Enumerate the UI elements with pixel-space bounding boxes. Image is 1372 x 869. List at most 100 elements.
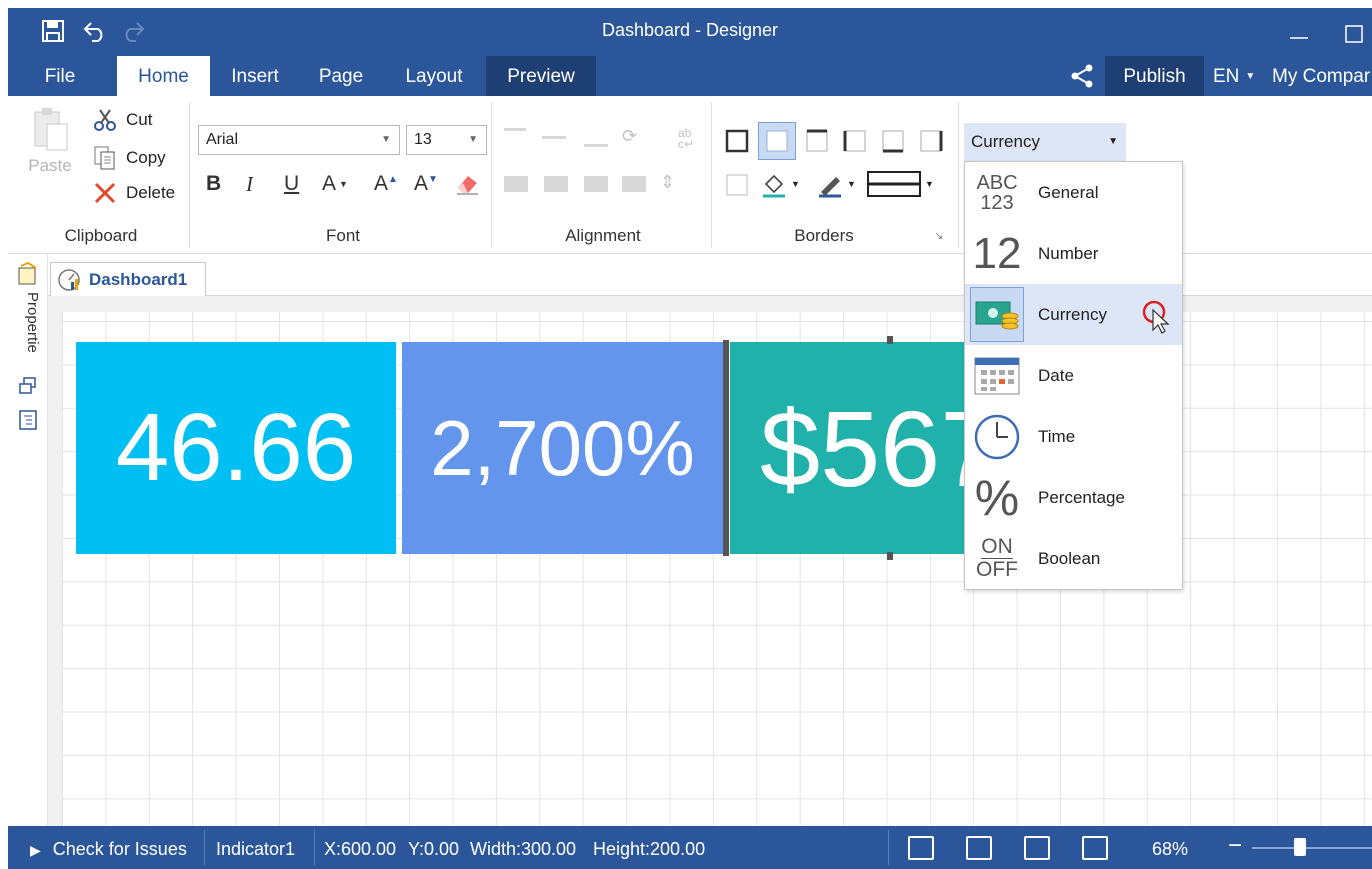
format-option-number[interactable]: 12 Number [965,223,1182,284]
number-format-select[interactable]: Currency ▼ [964,123,1126,161]
dialog-launcher-icon[interactable]: ↘ [934,229,943,242]
format-option-label: General [1038,182,1099,202]
underline-button[interactable]: U [284,172,299,196]
share-icon[interactable] [1066,56,1098,96]
border-top-icon[interactable] [804,128,830,159]
shrink-font-button[interactable]: A▼ [414,172,438,196]
tab-insert[interactable]: Insert [218,56,292,96]
format-option-date[interactable]: Date [965,345,1182,406]
tab-dashboard1[interactable]: Dashboard1 [50,262,206,297]
format-option-label: Number [1038,243,1099,263]
chevron-down-icon: ▼ [1108,136,1118,147]
eraser-icon[interactable] [454,172,480,201]
title-bar: Dashboard - Designer [8,8,1372,56]
format-option-time[interactable]: Time [965,406,1182,467]
cut-button[interactable]: Cut [92,108,152,132]
language-label: EN [1213,66,1240,87]
selection-handle[interactable] [887,336,893,344]
fit-page-icon[interactable] [1024,836,1050,860]
border-outside-icon[interactable] [724,128,750,159]
line-spacing-icon[interactable]: ⇕ [660,172,675,193]
tab-preview[interactable]: Preview [486,56,596,96]
zoom-slider-thumb[interactable] [1294,838,1306,856]
tab-file[interactable]: File [36,56,84,96]
border-none-button[interactable] [758,122,796,160]
border-all-icon[interactable] [724,172,750,203]
align-center-icon[interactable] [544,176,568,192]
italic-button[interactable]: I [246,172,253,197]
abc-icon-text: 123 [980,191,1014,214]
on-off-icon: ON OFF [970,531,1024,586]
grow-font-button[interactable]: A▲ [374,172,398,196]
align-bottom-icon[interactable] [584,144,608,147]
tab-page[interactable]: Page [311,56,371,96]
fit-height-icon[interactable] [966,836,992,860]
minimize-icon[interactable] [1284,18,1314,48]
on-off-icon-text: ON [981,535,1013,559]
properties-tab-label[interactable]: Propertie [24,292,41,353]
align-top-icon[interactable] [504,128,526,131]
selection-handle[interactable] [723,340,729,556]
zoom-out-icon[interactable]: − [1228,826,1242,869]
delete-button[interactable]: Delete [92,181,175,205]
indicator-tile[interactable]: 2,700% [402,342,723,554]
outline-icon[interactable] [18,409,38,436]
font-color-button[interactable]: A ▼ [322,172,348,196]
font-size-select[interactable]: 13 ▼ [406,125,487,155]
border-none-icon [766,130,788,152]
check-issues-button[interactable]: ▶ Check for Issues [30,826,187,869]
fit-width-icon[interactable] [908,836,934,860]
percent-icon: % [974,469,1020,526]
font-family-value: Arial [206,131,239,148]
publish-button[interactable]: Publish [1105,56,1204,96]
justify-icon[interactable] [622,176,646,192]
status-divider [314,830,315,865]
align-middle-icon[interactable] [542,136,566,139]
borders-group-label: Borders [794,226,854,245]
format-option-percentage[interactable]: % Percentage [965,467,1182,528]
arrow-up-icon: ▲ [388,174,398,185]
properties-icon[interactable] [16,261,40,291]
indicator-tile[interactable]: 46.66 [76,342,396,554]
line-style-icon [867,171,921,197]
ribbon-divider [711,102,712,248]
cut-label: Cut [126,110,153,129]
selection-handle[interactable] [887,552,893,560]
tab-home[interactable]: Home [117,56,210,96]
window-title: Dashboard - Designer [601,20,779,40]
format-option-label: Currency [1038,304,1107,324]
copy-icon [94,146,115,170]
indicator-tile-selected[interactable]: $567 [730,342,970,554]
line-style-button[interactable]: ▼ [866,170,934,198]
paste-button[interactable]: Paste [28,106,72,186]
line-color-button[interactable]: ▼ [816,170,856,198]
format-option-boolean[interactable]: ON OFF Boolean [965,528,1182,589]
format-option-label: Boolean [1038,548,1101,568]
format-option-currency[interactable]: Currency [965,284,1182,345]
document-tab-label: Dashboard1 [89,269,188,289]
abc-icon: ABC 123 [970,165,1024,220]
align-right-icon[interactable] [584,176,608,192]
font-family-select[interactable]: Arial ▼ [198,125,400,155]
border-right-icon[interactable] [918,128,944,159]
actual-size-icon[interactable] [1082,836,1108,860]
zoom-slider-track[interactable] [1252,847,1372,849]
tab-layout[interactable]: Layout [396,56,472,96]
abc-icon-text: ABC [976,171,1018,194]
layers-icon[interactable] [18,376,38,401]
selection-y: Y:0.00 [408,839,460,859]
format-option-label: Time [1038,426,1076,446]
language-select[interactable]: EN ▼ [1213,56,1263,96]
selection-height: Height:200.00 [593,839,706,859]
align-left-icon[interactable] [504,176,528,192]
border-bottom-icon[interactable] [880,128,906,159]
border-left-icon[interactable] [842,128,868,159]
wrap-text-icon[interactable]: ab c↵ [678,127,694,150]
copy-button[interactable]: Copy [92,145,166,171]
maximize-icon[interactable] [1338,18,1368,48]
rotate-icon[interactable]: ⟳ [622,126,637,147]
company-menu[interactable]: My Compar [1272,56,1372,96]
bold-button[interactable]: B [206,172,221,196]
format-option-general[interactable]: ABC 123 General [965,162,1182,223]
fill-color-button[interactable]: ▼ [760,170,800,198]
